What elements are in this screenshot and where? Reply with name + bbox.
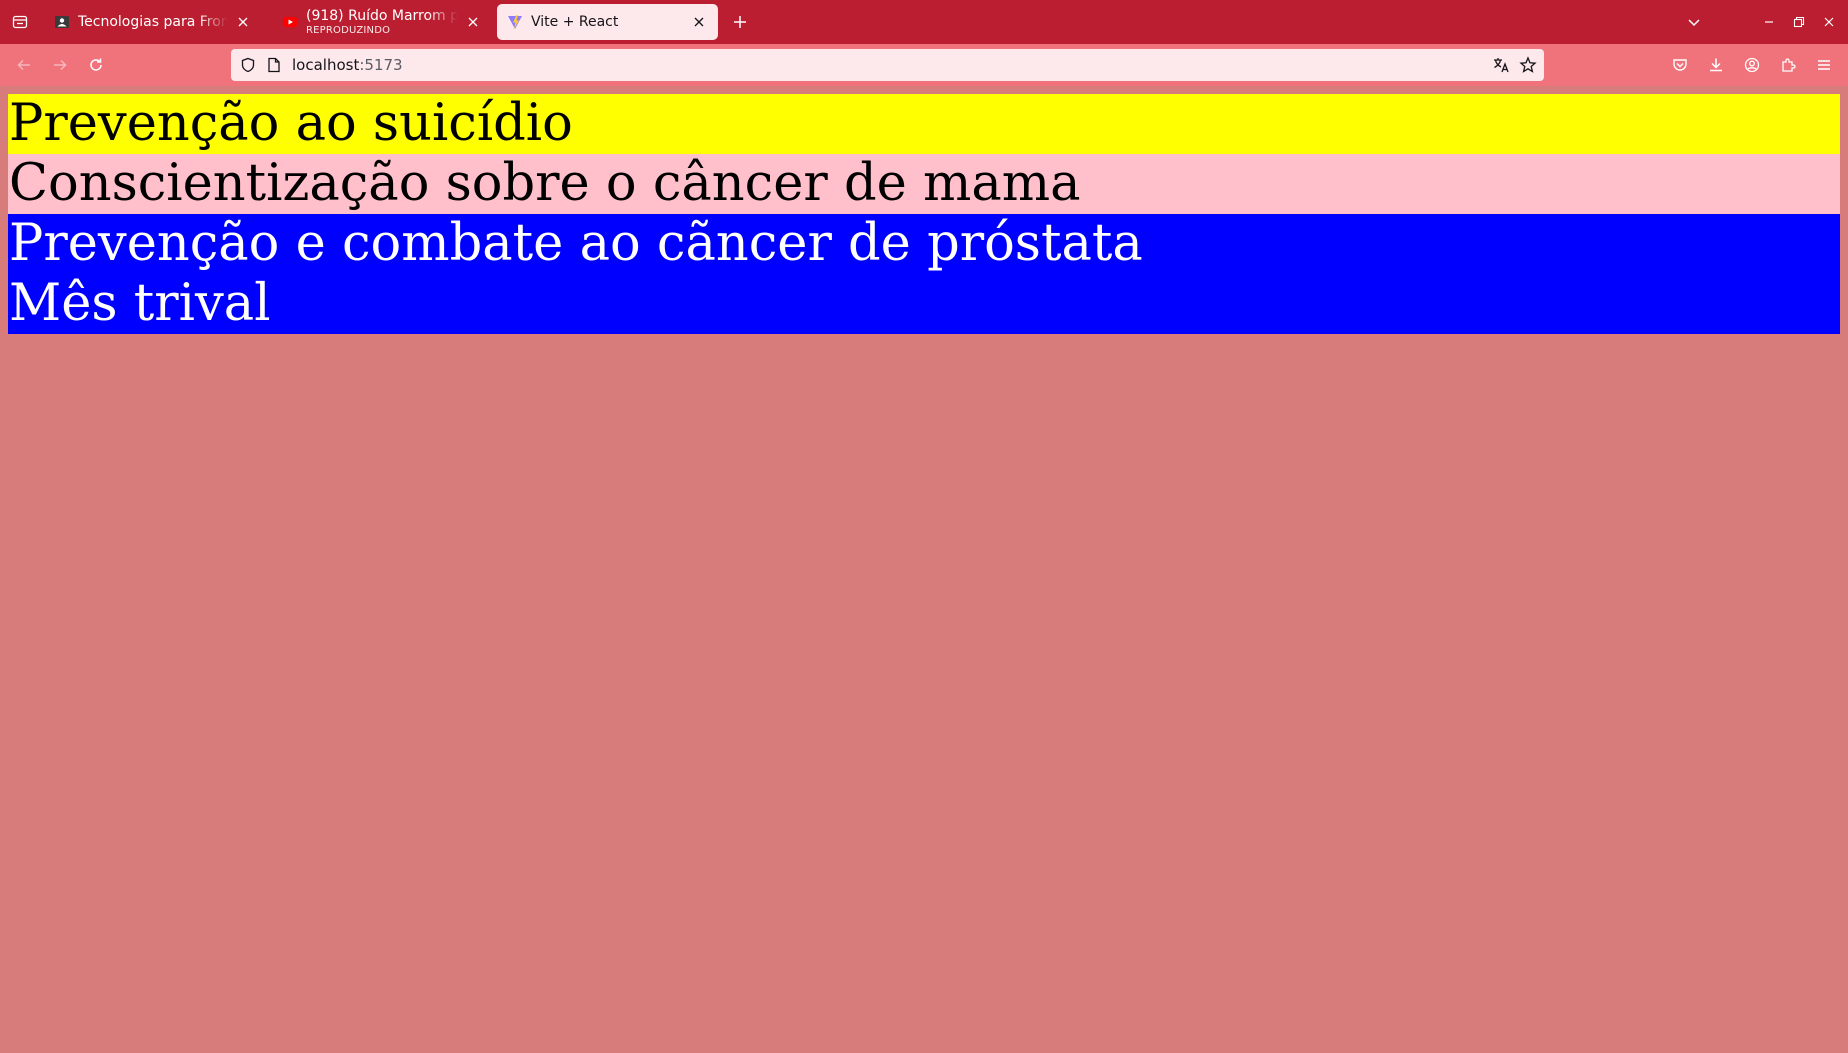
close-window-button[interactable] xyxy=(1817,10,1841,34)
tab-tecnologias-front-end[interactable]: Tecnologias para Front-end xyxy=(44,4,262,40)
tab-ruido-marrom[interactable]: (918) Ruído Marrom para REPRODUZINDO xyxy=(272,4,492,40)
extensions-button[interactable] xyxy=(1776,53,1800,77)
vite-icon xyxy=(507,14,523,30)
navigation-toolbar: localhost:5173 xyxy=(0,44,1848,86)
forward-button[interactable] xyxy=(48,53,72,77)
list-all-tabs-button[interactable] xyxy=(1682,10,1706,34)
app-menu-button[interactable] xyxy=(1812,53,1836,77)
hamburger-menu-icon xyxy=(1818,60,1830,70)
downloads-button[interactable] xyxy=(1704,53,1728,77)
tab-title-wrap: Tecnologias para Front-end xyxy=(78,14,228,30)
url-host: localhost xyxy=(292,56,360,74)
url-text[interactable]: localhost:5173 xyxy=(292,56,403,74)
url-port: :5173 xyxy=(359,56,403,74)
address-bar[interactable]: localhost:5173 xyxy=(231,49,1544,81)
campaign-mes-trival: Mês trival xyxy=(8,274,1840,334)
tab-title-wrap: (918) Ruído Marrom para REPRODUZINDO xyxy=(306,8,458,36)
bookmark-star-icon[interactable] xyxy=(1519,56,1537,74)
tab-title: Vite + React xyxy=(531,14,619,30)
restore-button[interactable] xyxy=(1787,10,1811,34)
firefox-view-button[interactable] xyxy=(8,10,32,34)
pocket-icon xyxy=(1673,59,1687,71)
campaign-novembro-azul: Prevenção e combate ao cãncer de próstat… xyxy=(8,214,1840,274)
arrow-left-icon xyxy=(17,59,30,71)
tab-vite-react[interactable]: Vite + React xyxy=(497,4,718,40)
campaign-setembro-amarelo: Prevenção ao suicídio xyxy=(8,94,1840,154)
chevron-down-icon xyxy=(1688,19,1700,27)
tab-title: Tecnologias para Front-end xyxy=(78,14,228,30)
campaign-list: Prevenção ao suicídio Conscientização so… xyxy=(8,94,1840,334)
firefox-view-icon xyxy=(12,15,28,29)
tab-playing-label: REPRODUZINDO xyxy=(306,25,391,36)
tab-title-wrap: Vite + React xyxy=(531,14,684,30)
account-icon xyxy=(1744,57,1760,73)
pocket-button[interactable] xyxy=(1668,53,1692,77)
classroom-icon xyxy=(54,14,70,30)
youtube-icon xyxy=(282,14,298,30)
back-button[interactable] xyxy=(12,53,36,77)
arrow-right-icon xyxy=(54,59,67,71)
minimize-icon xyxy=(1765,21,1773,23)
close-tab-icon[interactable] xyxy=(690,13,708,31)
minimize-button[interactable] xyxy=(1757,10,1781,34)
download-icon xyxy=(1710,58,1722,72)
tab-title: (918) Ruído Marrom para xyxy=(306,8,458,24)
puzzle-piece-icon xyxy=(1782,58,1796,72)
tracking-protection-shield-icon[interactable] xyxy=(239,56,257,74)
close-icon xyxy=(1824,17,1834,27)
close-tab-icon[interactable] xyxy=(464,13,482,31)
new-tab-button[interactable] xyxy=(728,10,752,34)
close-tab-icon[interactable] xyxy=(234,13,252,31)
reload-icon xyxy=(90,58,102,71)
campaign-outubro-rosa: Conscientização sobre o câncer de mama xyxy=(8,154,1840,214)
restore-icon xyxy=(1793,16,1805,28)
translate-icon[interactable] xyxy=(1492,56,1510,74)
page-viewport: Prevenção ao suicídio Conscientização so… xyxy=(0,86,1848,1053)
page-info-icon[interactable] xyxy=(265,56,283,74)
account-button[interactable] xyxy=(1740,53,1764,77)
tab-strip: Tecnologias para Front-end (918) Ruído M… xyxy=(0,0,1848,44)
plus-icon xyxy=(734,16,746,28)
reload-button[interactable] xyxy=(84,53,108,77)
